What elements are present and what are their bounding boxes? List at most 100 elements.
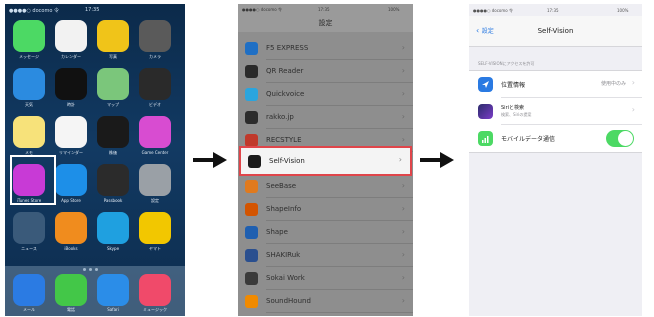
home-app-icon[interactable] [97, 212, 129, 244]
settings-row-label: Shape [266, 228, 288, 236]
cellular-toggle[interactable] [606, 130, 634, 147]
chevron-right-icon: › [401, 250, 405, 259]
siri-label: Siriと検索 [501, 105, 525, 111]
settings-row[interactable]: F5 EXPRESS › [238, 38, 413, 60]
home-time: 17:35 [85, 7, 100, 13]
home-app-icon[interactable] [13, 212, 45, 244]
home-app-label: ニュース [21, 246, 37, 251]
home-app-label: 株価 [109, 150, 117, 155]
chevron-right-icon: › [401, 296, 405, 305]
settings-row[interactable]: QR Reader › [238, 61, 413, 83]
settings-row[interactable]: Shape › [238, 222, 413, 244]
app-icon [245, 42, 258, 55]
home-app-label: Passbook [103, 198, 123, 203]
settings-row-label: F5 EXPRESS [266, 44, 309, 52]
home-app-label: カメラ [149, 54, 161, 59]
settings-row[interactable]: Quickvoice › [238, 84, 413, 106]
home-status-bar: ●●●●○ docomo 令 17:35 [5, 4, 185, 16]
home-app-icon[interactable] [55, 20, 87, 52]
app-icon [245, 88, 258, 101]
page-dots [83, 256, 107, 271]
home-app-icon[interactable] [55, 164, 87, 196]
chevron-right-icon: › [401, 204, 405, 213]
home-app-label: iBooks [64, 246, 78, 251]
selfvision-carrier: ●●●●○ docomo 令 [473, 8, 513, 13]
home-app-label: 時計 [67, 102, 75, 107]
settings-row[interactable]: SHAKIRuk › [238, 245, 413, 267]
home-app-icon[interactable] [97, 116, 129, 148]
dock-app-label: 電話 [67, 307, 75, 312]
settings-battery: 100% [388, 7, 400, 12]
home-app-label: メッセージ [19, 54, 39, 59]
settings-row[interactable]: ShapeInfo › [238, 199, 413, 221]
home-app-label: 天気 [25, 102, 33, 107]
dock-app-label: ミュージック [143, 307, 167, 312]
app-icon [245, 295, 258, 308]
home-app-label: Game Center [141, 150, 169, 155]
settings-row[interactable]: Sokai Work › [238, 268, 413, 290]
home-app-icon[interactable] [139, 212, 171, 244]
dock-app-icon[interactable] [55, 274, 87, 306]
home-app-icon[interactable] [139, 68, 171, 100]
permissions-group: 位置情報 使用中のみ › Siriと検索 検索、Siriの提案 › モバイルデー… [469, 70, 642, 153]
home-app-icon[interactable] [139, 20, 171, 52]
dock-app-label: Safari [107, 307, 119, 312]
home-app-label: Skype [106, 246, 120, 251]
home-app-icon[interactable] [55, 212, 87, 244]
settings-row-label: SoundHound [266, 297, 311, 305]
chevron-right-icon: › [401, 89, 405, 98]
location-value: 使用中のみ [600, 81, 626, 87]
settings-header: ●●●●○ docomo 令 17:35 100% 設定 [238, 4, 413, 32]
chevron-right-icon: › [401, 273, 405, 282]
location-row[interactable]: 位置情報 使用中のみ › [469, 71, 642, 98]
app-icon [245, 111, 258, 124]
home-app-label: マップ [107, 102, 119, 107]
app-icon [245, 272, 258, 285]
home-app-icon[interactable] [97, 164, 129, 196]
home-app-icon[interactable] [97, 68, 129, 100]
dock-app-label: メール [23, 307, 35, 312]
section-header: SELF-VISIONにアクセスを許可 [478, 61, 535, 66]
location-arrow-icon [478, 77, 493, 92]
settings-row-label: Sokai Work [266, 274, 305, 282]
settings-row[interactable]: SeeBase › [238, 176, 413, 198]
home-app-label: ヤマト [149, 246, 161, 251]
chevron-right-icon: › [401, 227, 405, 236]
cellular-label: モバイルデータ通信 [501, 136, 556, 143]
settings-time: 17:35 [318, 7, 330, 12]
settings-row-label: Quickvoice [266, 90, 305, 98]
chevron-right-icon: › [401, 112, 405, 121]
home-app-icon[interactable] [13, 20, 45, 52]
dock-app-icon[interactable] [97, 274, 129, 306]
app-icon [245, 65, 258, 78]
selfvision-row-label: Self-Vision [269, 157, 305, 165]
home-app-icon[interactable] [97, 20, 129, 52]
nav-bar: ‹ 設定 Self-Vision [469, 16, 642, 47]
settings-title: 設定 [318, 19, 333, 27]
settings-row[interactable]: rakko.jp › [238, 107, 413, 129]
app-icon [245, 226, 258, 239]
home-app-icon[interactable] [13, 116, 45, 148]
home-app-label: カレンダー [61, 54, 81, 59]
chevron-right-icon: › [398, 155, 402, 164]
dock-app-icon[interactable] [13, 274, 45, 306]
selfvision-settings-panel: ●●●●○ docomo 令 17:35 100% ‹ 設定 Self-Visi… [469, 4, 642, 316]
home-app-icon[interactable] [55, 68, 87, 100]
home-app-icon[interactable] [55, 116, 87, 148]
dock-app-icon[interactable] [139, 274, 171, 306]
chevron-right-icon: › [401, 135, 405, 144]
cellular-icon [478, 131, 493, 146]
home-app-icon[interactable] [139, 116, 171, 148]
settings-row-label: QR Reader [266, 67, 304, 75]
app-icon [245, 249, 258, 262]
siri-icon [478, 104, 493, 119]
selfvision-time: 17:35 [547, 8, 559, 13]
settings-row[interactable]: SoundHound › [238, 291, 413, 313]
app-icon [245, 180, 258, 193]
home-app-icon[interactable] [139, 164, 171, 196]
chevron-right-icon: › [401, 43, 405, 52]
siri-row[interactable]: Siriと検索 検索、Siriの提案 › [469, 98, 642, 125]
selfvision-row-highlight[interactable]: Self-Vision › [239, 146, 412, 176]
home-app-icon[interactable] [13, 68, 45, 100]
chevron-right-icon: › [401, 66, 405, 75]
